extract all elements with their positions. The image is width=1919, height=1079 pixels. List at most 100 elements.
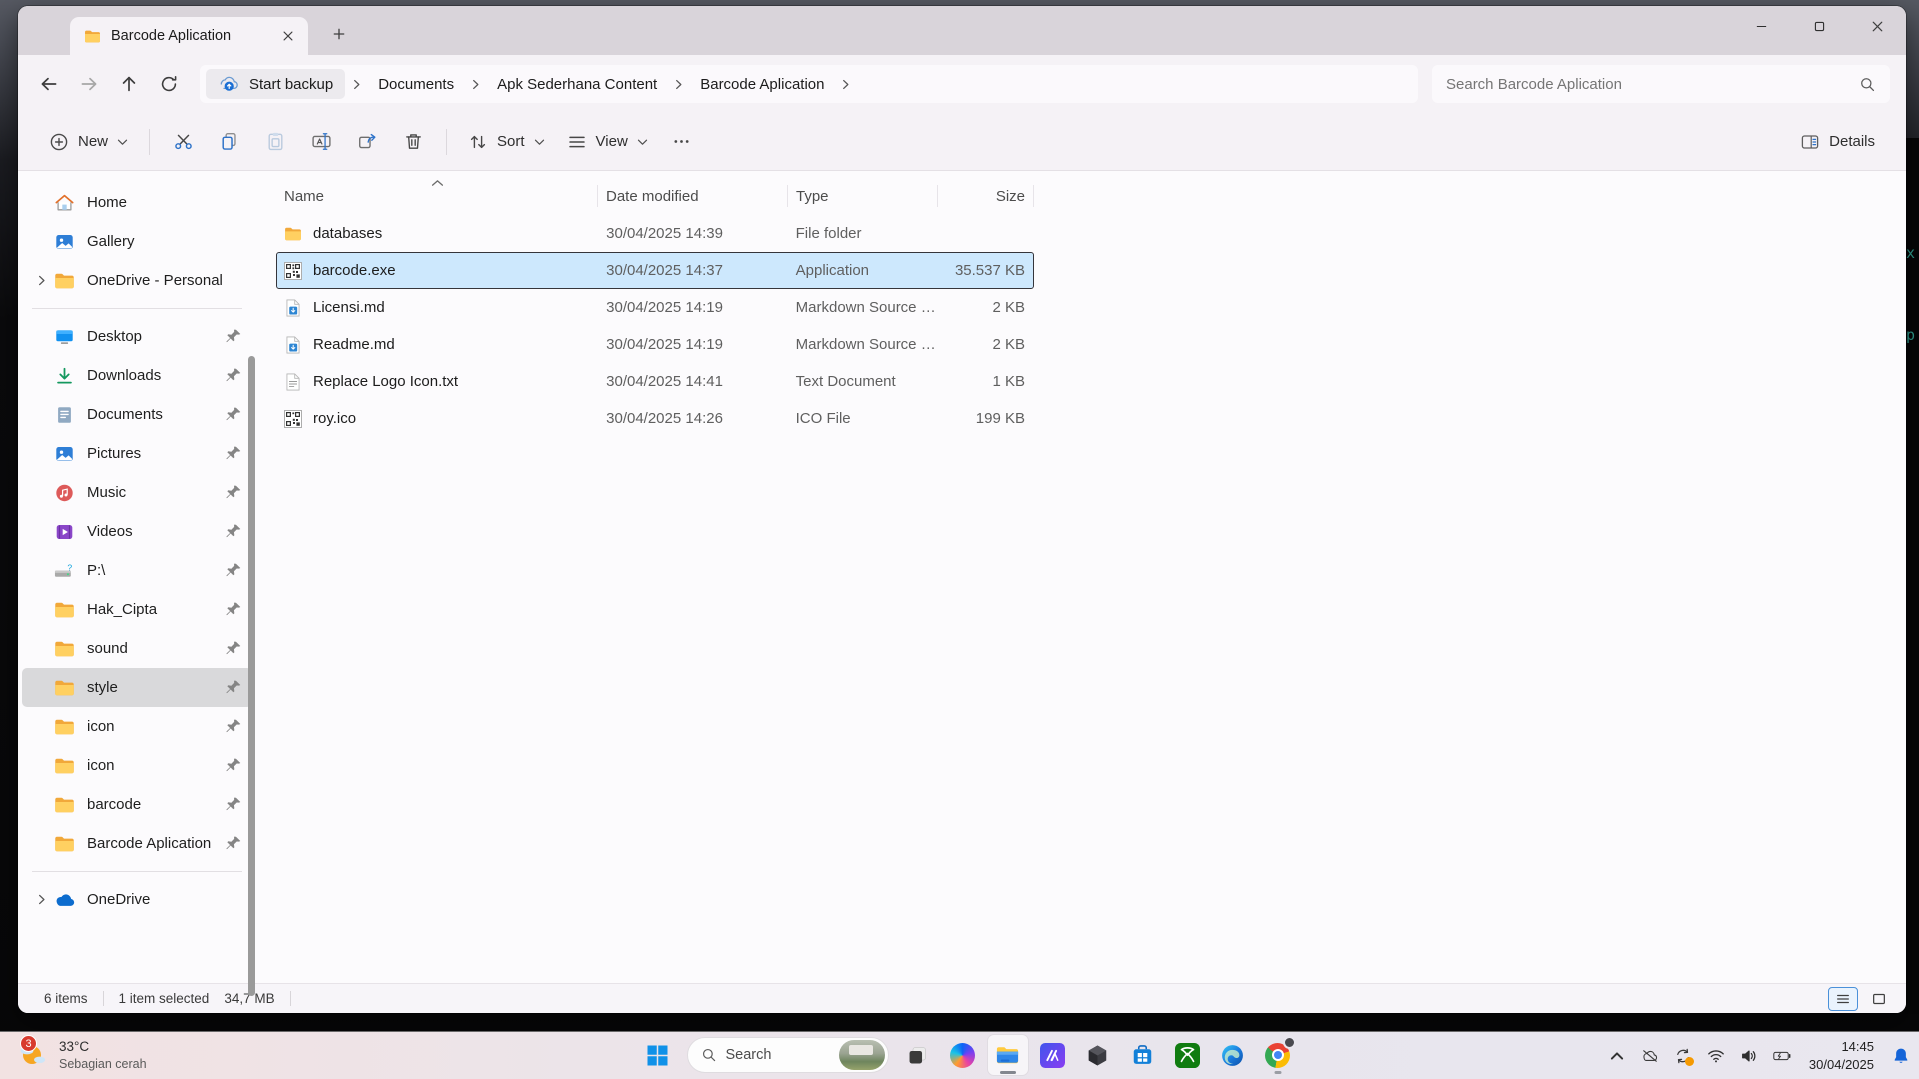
sidebar-item-pictures[interactable]: Pictures [22,434,252,473]
start-button[interactable] [638,1035,678,1075]
sync-update-icon[interactable] [1673,1046,1694,1066]
chrome-button[interactable] [1258,1035,1298,1075]
breadcrumb-item-documents[interactable]: Documents [368,71,464,98]
maximize-button[interactable] [1790,6,1848,46]
view-button[interactable]: View [556,122,659,162]
sidebar-item-desktop[interactable]: Desktop [22,317,252,356]
more-options-button[interactable] [659,122,705,162]
sidebar-item-icon[interactable]: icon [22,707,252,746]
tab-barcode-aplication[interactable]: Barcode Aplication [70,17,308,55]
task-view-button[interactable] [898,1035,938,1075]
notification-bell-icon[interactable] [1891,1046,1911,1066]
details-pane-button[interactable]: Details [1789,122,1886,162]
microsoft-store-button[interactable] [1123,1035,1163,1075]
sidebar-scrollbar[interactable] [248,356,255,996]
file-type-cell: Application [795,262,870,279]
taskbar-clock[interactable]: 14:45 30/04/2025 [1805,1036,1878,1075]
paste-button[interactable] [252,122,298,162]
column-header-name[interactable]: Name [276,180,598,207]
sidebar-item-hak-cipta[interactable]: Hak_Cipta [22,590,252,629]
start-backup-button[interactable]: Start backup [206,69,346,99]
refresh-button[interactable] [150,66,188,102]
sidebar-item-documents[interactable]: Documents [22,395,252,434]
weather-widget[interactable]: 3 33°C Sebagian cerah [10,1035,153,1075]
table-row-replace-logo-icon-txt[interactable]: Replace Logo Icon.txt 30/04/2025 14:41 Tex… [276,363,1034,400]
background-glyph: p [1906,326,1916,344]
sort-button[interactable]: Sort [457,122,556,162]
details-view-toggle[interactable] [1828,986,1858,1011]
sidebar-item-downloads[interactable]: Downloads [22,356,252,395]
file-date-cell: 30/04/2025 14:37 [606,262,723,279]
sidebar-item-onedrive-personal[interactable]: OneDrive - Personal [22,261,252,300]
forward-button[interactable] [70,66,108,102]
chrome-center [1273,1051,1282,1059]
new-tab-button[interactable] [322,17,356,51]
file-size-cell: 2 KB [992,299,1026,316]
search-box[interactable]: Search Barcode Aplication [1432,65,1890,103]
close-button[interactable] [1848,6,1906,46]
copilot-button[interactable] [943,1035,983,1075]
table-row-readme-md[interactable]: Readme.md 30/04/2025 14:19 Markdown Source… [276,326,1034,363]
sidebar-item-gallery[interactable]: Gallery [22,222,252,261]
pin-icon [225,562,242,579]
rename-button[interactable] [298,122,344,162]
slashes-app-button[interactable] [1033,1035,1073,1075]
sidebar-item-onedrive[interactable]: OneDrive [22,880,252,919]
minimize-button[interactable] [1732,6,1790,46]
chevron-right-icon [471,78,480,91]
toolbar-divider [149,128,151,155]
back-button[interactable] [30,66,68,102]
icons-view-toggle[interactable] [1864,987,1894,1011]
cut-button[interactable] [160,122,206,162]
search-highlight-image[interactable] [838,1040,885,1070]
breadcrumb-item-barcode-aplication[interactable]: Barcode Aplication [690,71,834,98]
folder-icon [84,29,101,44]
file-name-cell: Readme.md [277,336,598,354]
onedrive-icon [54,890,75,910]
file-name-cell: databases [277,225,598,243]
search-icon[interactable] [1859,76,1876,93]
chevron-right-icon[interactable] [841,78,850,91]
copy-button[interactable] [206,122,252,162]
xbox-button[interactable] [1168,1035,1208,1075]
column-header-date-modified[interactable]: Date modified [598,185,788,207]
items-count: 6 items [44,991,88,1006]
sidebar-item-p[interactable]: ? P:\ [22,551,252,590]
sidebar-item-icon[interactable]: icon [22,746,252,785]
sidebar-item-videos[interactable]: Videos [22,512,252,551]
delete-button[interactable] [390,122,436,162]
sidebar-item-style[interactable]: style [22,668,252,707]
up-button[interactable] [110,66,148,102]
edge-button[interactable] [1213,1035,1253,1075]
paste-icon [265,131,286,152]
hexagon-app-button[interactable] [1078,1035,1118,1075]
close-tab-icon[interactable] [276,24,300,48]
sidebar-item-home[interactable]: Home [22,183,252,222]
pin-icon [225,445,242,462]
file-explorer-button[interactable] [987,1035,1028,1075]
battery-icon[interactable] [1772,1046,1792,1066]
table-row-barcode-exe[interactable]: barcode.exe 30/04/2025 14:37 Application 35… [276,252,1034,289]
tray-chevron-up-icon[interactable] [1607,1046,1627,1066]
sidebar-item-barcode-aplication[interactable]: Barcode Aplication [22,824,252,863]
search-placeholder: Search Barcode Aplication [1446,75,1622,93]
new-button[interactable]: New [38,122,139,162]
sidebar: Home Gallery OneDrive - Personal Desktop Dow… [18,171,256,983]
sidebar-item-sound[interactable]: sound [22,629,252,668]
file-type-cell: ICO File [795,410,851,427]
wifi-icon[interactable] [1706,1046,1726,1066]
table-row-roy-ico[interactable]: roy.ico 30/04/2025 14:26 ICO File 199 KB [276,400,1034,437]
column-header-type[interactable]: Type [788,185,938,207]
table-row-licensi-md[interactable]: Licensi.md 30/04/2025 14:19 Markdown Sourc… [276,289,1034,326]
share-button[interactable] [344,122,390,162]
sidebar-item-music[interactable]: Music [22,473,252,512]
column-header-size[interactable]: Size [938,185,1034,207]
breadcrumb-item-apk-sederhana-content[interactable]: Apk Sederhana Content [487,71,667,98]
volume-icon[interactable] [1739,1046,1759,1066]
sidebar-item-barcode[interactable]: barcode [22,785,252,824]
taskbar-search[interactable]: Search [686,1037,889,1073]
file-date-cell: 30/04/2025 14:26 [606,410,723,427]
onedrive-paused-icon[interactable] [1640,1046,1660,1066]
table-row-databases[interactable]: databases 30/04/2025 14:39 File folder [276,215,1034,252]
